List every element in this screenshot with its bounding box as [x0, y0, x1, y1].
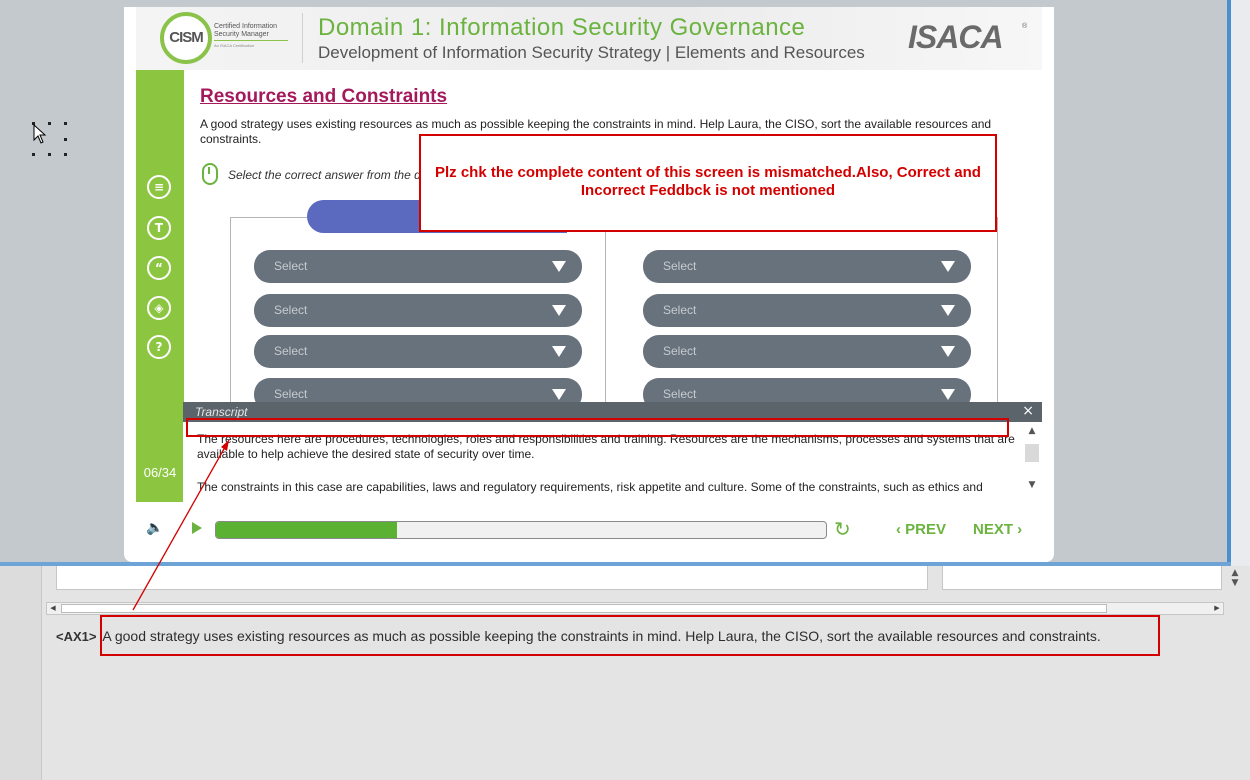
select-label: Select [274, 259, 308, 273]
instruction-text: Select the correct answer from the d [228, 168, 421, 182]
player-bar: 🔈 ↻ ‹ PREV NEXT › [124, 507, 1054, 552]
mouse-icon-wheel [208, 167, 210, 174]
domain-title: Domain 1: Information Security Governanc… [318, 14, 806, 41]
mouse-icon [202, 163, 218, 185]
play-icon[interactable] [192, 522, 202, 534]
dropdown-arrow-icon [941, 261, 955, 272]
transcript-paragraph: The constraints in this case are capabil… [197, 480, 983, 494]
progress-fill [216, 522, 398, 538]
select-dropdown[interactable]: Select [254, 294, 582, 327]
dropdown-arrow-icon [552, 305, 566, 316]
select-label: Select [274, 344, 308, 358]
select-label: Select [663, 344, 697, 358]
horizontal-scrollbar[interactable]: ◀ ▶ [46, 602, 1224, 615]
next-button[interactable]: NEXT › [973, 521, 1022, 538]
editor-gutter [0, 566, 42, 780]
select-label: Select [663, 259, 697, 273]
content-title: Resources and Constraints [200, 86, 448, 107]
select-dropdown[interactable]: Select [643, 250, 971, 283]
dropdown-arrow-icon [552, 389, 566, 400]
transcript-scrollbar[interactable]: ▲ ▼ [1025, 426, 1039, 498]
isaca-registered-mark: ® [1022, 23, 1028, 30]
dropdown-arrow-icon [552, 261, 566, 272]
window-border-right [1227, 0, 1231, 566]
review-highlight-segment [100, 615, 1160, 656]
prev-button[interactable]: ‹ PREV [896, 521, 946, 538]
dropdown-arrow-icon [941, 305, 955, 316]
volume-icon[interactable]: 🔈 [146, 520, 163, 536]
scroll-down-arrow-icon[interactable]: ▼ [1025, 480, 1039, 490]
select-dropdown[interactable]: Select [254, 335, 582, 368]
review-comment-box: Plz chk the complete content of this scr… [419, 134, 997, 232]
editor-panel [0, 566, 1250, 780]
document-icon[interactable]: ≡ [147, 175, 171, 199]
review-highlight-transcript [186, 418, 1009, 437]
select-dropdown[interactable]: Select [254, 250, 582, 283]
scroll-right-arrow-icon[interactable]: ▶ [1211, 603, 1223, 614]
scroll-up-arrow-icon[interactable]: ▲ [1025, 426, 1039, 436]
transcript-label: Transcript [195, 405, 248, 419]
domain-subtitle: Development of Information Security Stra… [318, 43, 865, 62]
review-comment-text: Plz chk the complete content of this scr… [435, 164, 981, 199]
page-counter: 06/34 [143, 465, 177, 480]
select-dropdown[interactable]: Select [643, 335, 971, 368]
right-panel-strip [1231, 0, 1250, 566]
dropdown-arrow-icon [941, 346, 955, 357]
cism-logo: CISM [160, 12, 212, 64]
text-field-meta[interactable] [942, 566, 1222, 590]
sort-table-divider [605, 217, 606, 417]
select-label: Select [274, 303, 308, 317]
layers-icon[interactable]: ◈ [147, 296, 171, 320]
cism-logo-tagline: An ISACA Certification [214, 43, 255, 48]
select-label: Select [663, 303, 697, 317]
scroll-left-arrow-icon[interactable]: ◀ [47, 603, 59, 614]
progress-bar[interactable] [215, 521, 827, 539]
text-field-source[interactable] [56, 566, 928, 590]
dropdown-arrow-icon [941, 389, 955, 400]
course-slide: CISM Certified Information Security Mana… [124, 7, 1054, 562]
cism-logo-subtitle: Certified Information Security Manager [214, 23, 278, 38]
scrollbar-thumb[interactable] [61, 604, 1107, 613]
slide-header: CISM Certified Information Security Mana… [136, 7, 1042, 70]
select-dropdown[interactable]: Select [643, 294, 971, 327]
dropdown-arrow-icon [552, 346, 566, 357]
mouse-cursor-icon [33, 124, 47, 144]
cism-logo-text: CISM [169, 29, 204, 46]
glossary-icon[interactable]: T [147, 216, 171, 240]
help-icon[interactable]: ? [147, 335, 171, 359]
segment-tag: <AX1> [56, 629, 97, 644]
isaca-logo: ISACA [908, 19, 1004, 55]
cism-logo-rule [214, 40, 288, 41]
transcript-text: The resources here are procedures, techn… [197, 432, 1019, 502]
close-icon[interactable]: × [1022, 403, 1034, 419]
left-nav-rail: ≡ T “ ◈ ? 06/34 [136, 70, 184, 502]
header-divider [302, 13, 303, 63]
scrollbar-thumb[interactable] [1025, 444, 1039, 462]
replay-icon[interactable]: ↻ [834, 517, 851, 541]
quote-icon[interactable]: “ [147, 256, 171, 280]
panel-resize-arrows[interactable]: ▲ ▼ [1228, 568, 1242, 598]
